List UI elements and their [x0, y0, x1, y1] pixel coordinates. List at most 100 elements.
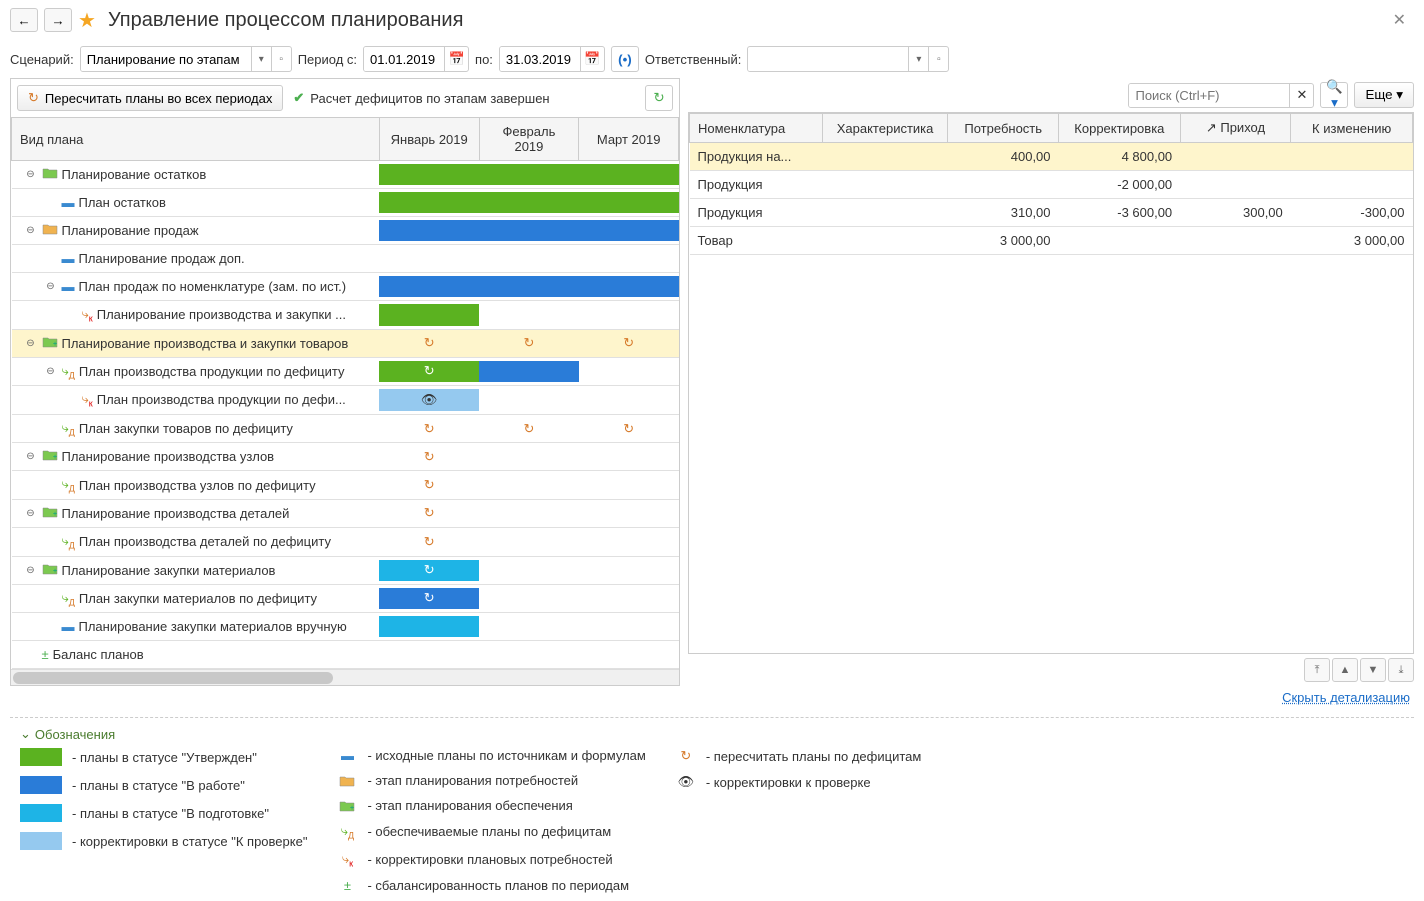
tree-row-icon: ⤷Д [62, 420, 75, 438]
calendar-icon[interactable]: 📅 [580, 47, 604, 71]
svg-text:+: + [53, 454, 57, 461]
tree-row[interactable]: ⤷Д План производства узлов по дефициту ↻ [12, 471, 679, 500]
hide-detail-link[interactable]: Скрыть детализацию [1282, 690, 1410, 705]
cell-income [1180, 171, 1291, 199]
tree-row[interactable]: ⤷к План производства продукции по дефи..… [12, 386, 679, 415]
horizontal-scrollbar[interactable] [11, 669, 679, 685]
svg-text:+: + [53, 568, 57, 575]
clear-search-icon[interactable]: ✕ [1289, 84, 1313, 107]
tree-row-icon: ⤷Д [62, 363, 75, 381]
nav-first-button[interactable]: ⤒ [1304, 658, 1330, 682]
scenario-open-icon[interactable]: ▫ [271, 47, 291, 71]
tree-row-label: Планирование продаж доп. [79, 251, 245, 266]
col-month-feb[interactable]: Февраль 2019 [479, 118, 579, 161]
tree-row[interactable]: ⤷Д План производства деталей по дефициту… [12, 527, 679, 556]
refresh-icon[interactable]: ↻ [587, 420, 671, 438]
tree-expander-icon[interactable]: ⊖ [24, 565, 38, 576]
search-box[interactable]: ✕ [1128, 83, 1314, 108]
col-demand[interactable]: Потребность [948, 114, 1059, 143]
period-to-field[interactable]: 📅 [499, 46, 605, 72]
legend-toggle[interactable]: ⌄ Обозначения [20, 726, 1404, 742]
tree-row[interactable]: ⊖ Планирование остатков [12, 161, 679, 189]
detail-row[interactable]: Товар 3 000,00 3 000,00 [690, 227, 1413, 255]
refresh-icon[interactable]: ↻ [387, 505, 471, 522]
chevron-down-icon[interactable]: ▾ [908, 47, 928, 71]
detail-row[interactable]: Продукция 310,00 -3 600,00 300,00 -300,0… [690, 199, 1413, 227]
tree-row[interactable]: ⤷Д План закупки материалов по дефициту ↻ [12, 584, 679, 613]
right-panel: ✕ 🔍 ▾ Еще ▾ Номенклатура Характеристика … [688, 78, 1414, 686]
refresh-icon[interactable]: ↻ [487, 420, 571, 438]
period-from-field[interactable]: 📅 [363, 46, 469, 72]
nav-back-button[interactable]: ← [10, 8, 38, 32]
nav-last-button[interactable]: ⤓ [1388, 658, 1414, 682]
tree-row[interactable]: ⊖ + Планирование производства деталей ↻ [12, 499, 679, 527]
recalc-button[interactable]: ↻ Пересчитать планы во всех периодах [17, 85, 283, 111]
tree-row[interactable]: ⊖ + Планирование закупки материалов ↻ [12, 556, 679, 584]
scenario-input[interactable] [81, 48, 251, 71]
check-icon: ✔ [293, 90, 304, 106]
tree-row[interactable]: ▬ План остатков [12, 189, 679, 217]
tree-expander-icon[interactable]: ⊖ [44, 281, 58, 292]
nav-forward-button[interactable]: → [44, 8, 72, 32]
plan-tree-table: Вид плана Январь 2019 Февраль 2019 Март … [11, 117, 679, 669]
detail-row[interactable]: Продукция -2 000,00 [690, 171, 1413, 199]
tree-row[interactable]: ⊖ ▬ План продаж по номенклатуре (зам. по… [12, 273, 679, 301]
favorite-star-icon[interactable]: ★ [78, 8, 96, 33]
tree-row-label: План производства продукции по дефи... [97, 392, 346, 407]
tree-row[interactable]: ▬ Планирование закупки материалов вручну… [12, 613, 679, 641]
tree-expander-icon[interactable]: ⊖ [24, 169, 38, 180]
refresh-icon[interactable]: ↻ [387, 533, 471, 551]
tree-row[interactable]: ⊖ + Планирование производства узлов ↻ [12, 443, 679, 471]
col-characteristic[interactable]: Характеристика [822, 114, 948, 143]
cell-characteristic [822, 227, 948, 255]
cell-to-change: 3 000,00 [1291, 227, 1413, 255]
tree-row-label: Планирование производства и закупки ... [97, 307, 346, 322]
refresh-icon[interactable]: ↻ [487, 335, 571, 352]
tree-row[interactable]: ⊖ Планирование продаж [12, 217, 679, 245]
tree-row[interactable]: ▬ Планирование продаж доп. [12, 245, 679, 273]
chevron-down-icon[interactable]: ▾ [251, 47, 271, 71]
close-icon[interactable]: ✕ [1385, 6, 1414, 34]
refresh-icon[interactable]: ↻ [387, 476, 471, 494]
tree-row[interactable]: ± Баланс планов [12, 641, 679, 669]
calendar-icon[interactable]: 📅 [444, 47, 468, 71]
search-button[interactable]: 🔍 ▾ [1320, 82, 1348, 108]
col-nomenclature[interactable]: Номенклатура [690, 114, 823, 143]
nav-down-button[interactable]: ▼ [1360, 658, 1386, 682]
legend-item: ↻- пересчитать планы по дефицитам [676, 748, 921, 764]
tree-row-label: План остатков [79, 195, 166, 210]
responsible-input[interactable] [748, 48, 908, 71]
search-input[interactable] [1129, 84, 1289, 107]
responsible-dropdown[interactable]: ▾ ▫ [747, 46, 949, 72]
tree-expander-icon[interactable]: ⊖ [24, 451, 38, 462]
col-to-change[interactable]: К изменению [1291, 114, 1413, 143]
detail-row[interactable]: Продукция на... 400,00 4 800,00 [690, 143, 1413, 171]
more-button[interactable]: Еще ▾ [1354, 82, 1414, 108]
col-correction[interactable]: Корректировка [1059, 114, 1181, 143]
nav-up-button[interactable]: ▲ [1332, 658, 1358, 682]
tree-expander-icon[interactable]: ⊖ [24, 225, 38, 236]
refresh-icon[interactable]: ↻ [387, 420, 471, 438]
tree-row[interactable]: ⊖ + Планирование производства и закупки … [12, 329, 679, 357]
period-select-button[interactable]: (•) [611, 46, 639, 72]
tree-row[interactable]: ⤷Д План закупки товаров по дефициту ↻↻↻ [12, 414, 679, 443]
tree-expander-icon[interactable]: ⊖ [44, 366, 58, 377]
responsible-open-icon[interactable]: ▫ [928, 47, 948, 71]
tree-expander-icon[interactable]: ⊖ [24, 508, 38, 519]
col-month-jan[interactable]: Январь 2019 [379, 118, 479, 161]
tree-row-label: Планирование производства и закупки това… [62, 336, 349, 351]
tree-row[interactable]: ⊖ ⤷Д План производства продукции по дефи… [12, 357, 679, 386]
tree-row[interactable]: ⤷к Планирование производства и закупки .… [12, 301, 679, 330]
scenario-dropdown[interactable]: ▾ ▫ [80, 46, 292, 72]
col-plan-type[interactable]: Вид плана [12, 118, 380, 161]
period-from-input[interactable] [364, 47, 444, 71]
period-to-input[interactable] [500, 47, 580, 71]
col-income[interactable]: ↗ Приход [1180, 114, 1291, 143]
col-month-mar[interactable]: Март 2019 [579, 118, 679, 161]
tree-expander-icon[interactable]: ⊖ [24, 338, 38, 349]
refresh-icon[interactable]: ↻ [587, 335, 671, 352]
refresh-button[interactable]: ↻ [645, 85, 673, 111]
refresh-icon[interactable]: ↻ [387, 335, 471, 352]
refresh-icon[interactable]: ↻ [387, 448, 471, 465]
legend-text: - планы в статусе "В подготовке" [72, 806, 269, 821]
